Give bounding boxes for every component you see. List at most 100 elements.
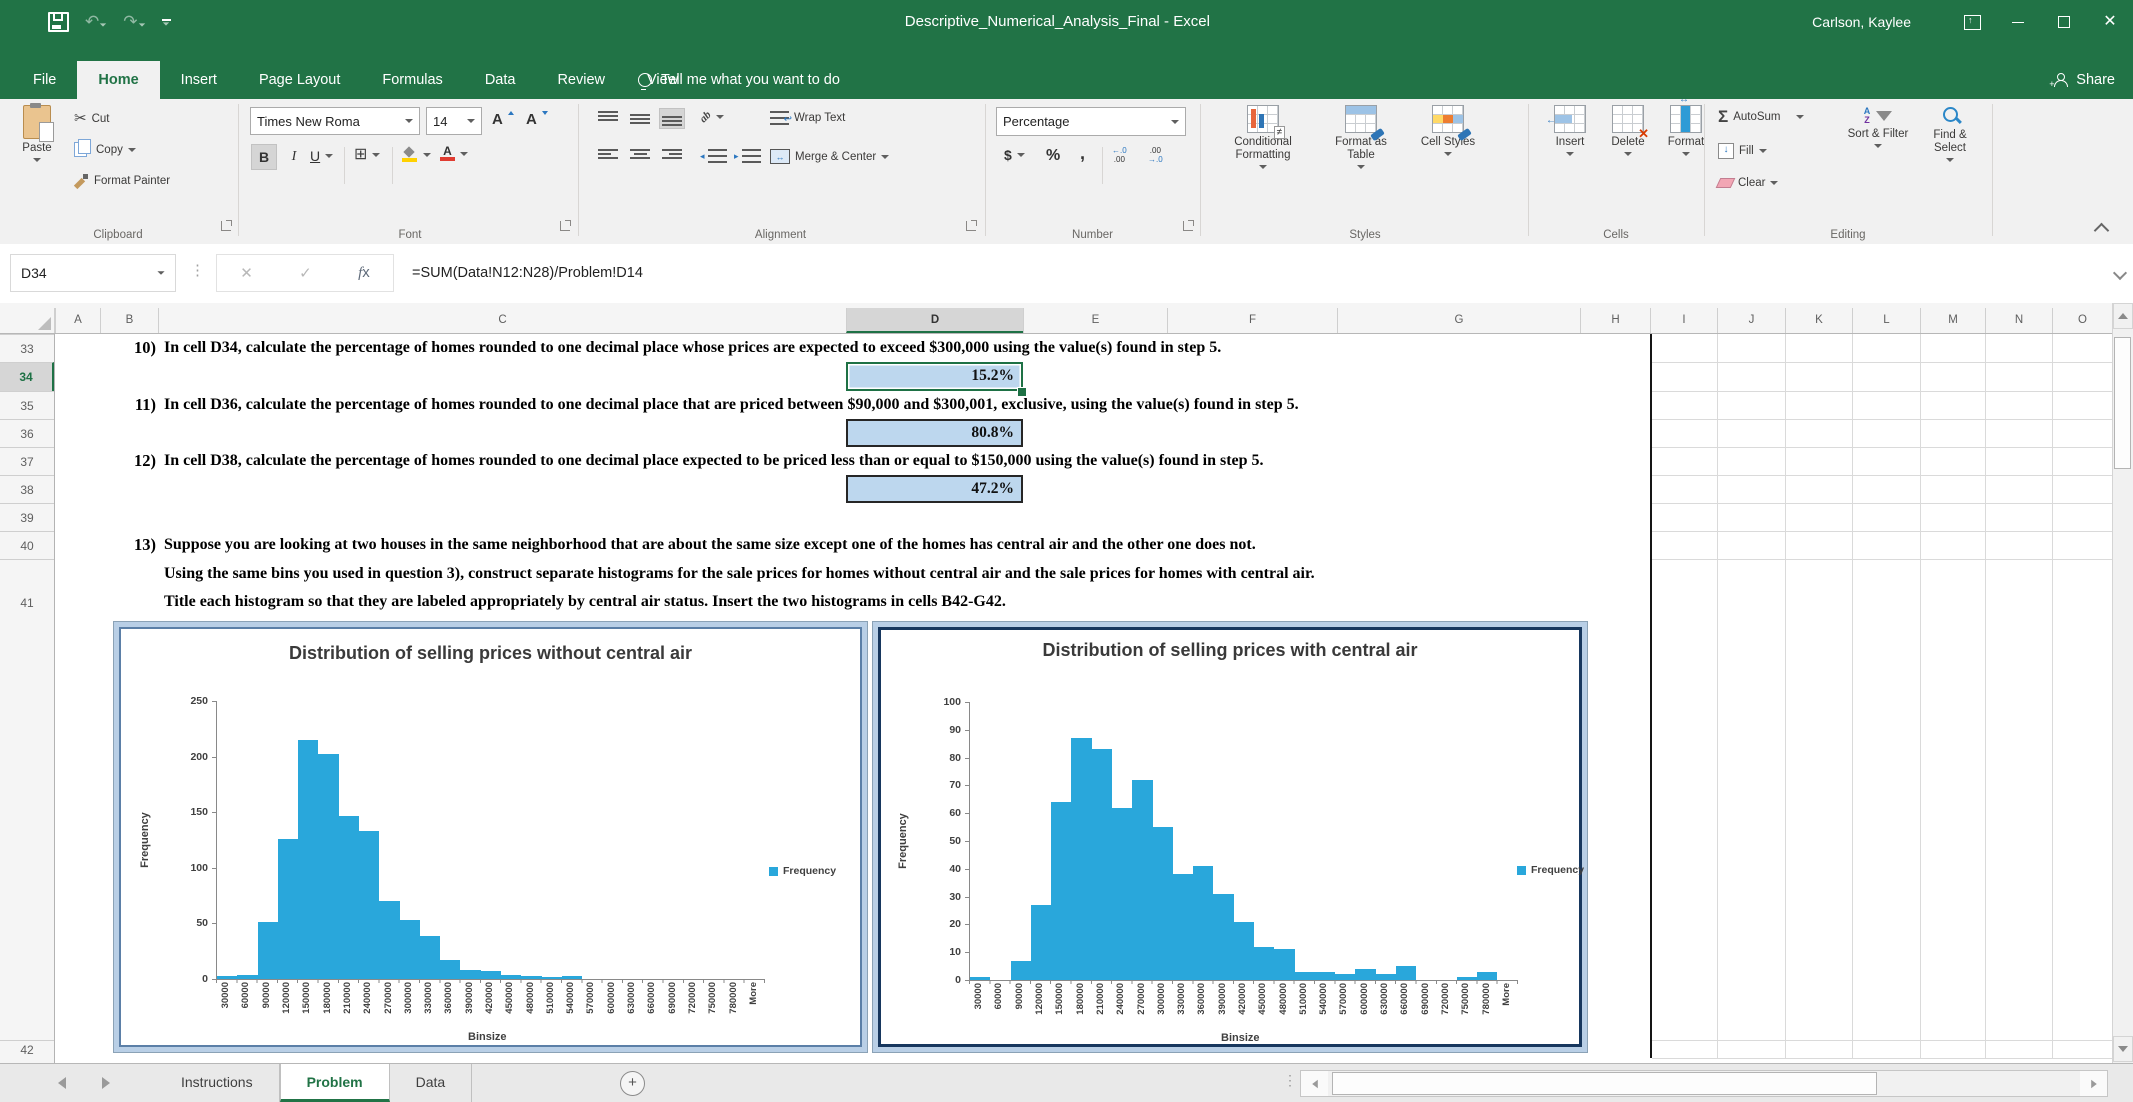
scroll-right-button[interactable] — [2080, 1071, 2107, 1096]
row-header-37[interactable]: 37 — [0, 447, 54, 475]
alignment-dialog-launcher[interactable] — [966, 221, 976, 231]
scroll-down-button[interactable] — [2113, 1036, 2133, 1062]
worksheet-grid[interactable]: 10) In cell D34, calculate the percentag… — [0, 334, 2133, 1063]
format-as-table-button[interactable]: Format as Table — [1320, 105, 1402, 169]
scroll-up-button[interactable] — [2113, 303, 2133, 329]
column-header-m[interactable]: M — [1920, 308, 1985, 333]
column-header-i[interactable]: I — [1650, 308, 1717, 333]
wrap-text-button[interactable]: ↩Wrap Text — [770, 111, 845, 125]
name-box[interactable]: D34 — [10, 254, 176, 292]
insert-cells-button[interactable]: Insert — [1544, 105, 1596, 156]
tell-me-box[interactable]: Tell me what you want to do — [638, 61, 840, 99]
clear-button[interactable]: Clear — [1718, 177, 1778, 189]
menu-tab-data[interactable]: Data — [464, 61, 537, 99]
redo-button[interactable]: ↷ — [123, 13, 145, 32]
chart-with-central-air[interactable]: Distribution of selling prices with cent… — [872, 621, 1588, 1053]
increase-indent-button[interactable]: ▸ — [734, 149, 761, 163]
column-header-k[interactable]: K — [1785, 308, 1852, 333]
column-header-c[interactable]: C — [158, 308, 846, 333]
decrease-indent-button[interactable]: ◂ — [700, 149, 727, 163]
column-header-f[interactable]: F — [1167, 308, 1337, 333]
scroll-left-button[interactable] — [1301, 1071, 1328, 1096]
row-header-36[interactable]: 36 — [0, 419, 54, 447]
cut-button[interactable]: ✂Cut — [74, 111, 109, 126]
cell-d34[interactable]: 15.2% — [846, 362, 1023, 391]
save-icon[interactable] — [48, 12, 69, 32]
row-header-33[interactable]: 33 — [0, 334, 54, 362]
menu-tab-insert[interactable]: Insert — [160, 61, 238, 99]
undo-button[interactable]: ↶ — [85, 13, 107, 32]
new-sheet-button[interactable]: + — [620, 1071, 645, 1096]
italic-button[interactable]: I — [282, 145, 306, 169]
cell-styles-button[interactable]: Cell Styles — [1410, 105, 1486, 156]
row-header-39[interactable]: 39 — [0, 503, 54, 531]
enter-formula-icon[interactable]: ✓ — [299, 264, 312, 282]
cell-d38[interactable]: 47.2% — [846, 475, 1023, 503]
formula-input[interactable]: =SUM(Data!N12:N28)/Problem!D14 — [412, 254, 643, 292]
sheet-tab-problem[interactable]: Problem — [280, 1064, 390, 1102]
grow-font-button[interactable]: A — [492, 111, 514, 128]
horizontal-scrollbar[interactable] — [1300, 1070, 2108, 1097]
horizontal-scroll-thumb[interactable] — [1332, 1072, 1877, 1095]
menu-tab-page-layout[interactable]: Page Layout — [238, 61, 361, 99]
next-sheet-icon[interactable] — [102, 1077, 110, 1089]
sheet-tab-data[interactable]: Data — [390, 1064, 473, 1102]
top-align-button[interactable] — [596, 109, 620, 128]
column-header-o[interactable]: O — [2052, 308, 2112, 333]
merge-center-button[interactable]: ↔Merge & Center — [770, 149, 889, 164]
align-left-button[interactable] — [596, 147, 620, 166]
collapse-ribbon-icon[interactable] — [2094, 223, 2110, 239]
paste-button[interactable]: Paste — [12, 105, 62, 162]
autosum-button[interactable]: ΣAutoSum — [1718, 109, 1804, 125]
sort-filter-button[interactable]: AZ Sort & Filter — [1846, 107, 1910, 148]
increase-decimal-button[interactable]: ←.0.00 — [1112, 146, 1127, 164]
fill-color-button[interactable] — [402, 147, 431, 162]
font-dialog-launcher[interactable] — [560, 221, 570, 231]
font-name-select[interactable]: Times New Roma — [250, 107, 420, 135]
row-header-41[interactable]: 41 — [0, 559, 54, 645]
vertical-scrollbar[interactable] — [2112, 303, 2133, 1063]
tab-bar-splitter[interactable]: ⋮ — [1283, 1072, 1297, 1089]
column-header-n[interactable]: N — [1985, 308, 2052, 333]
column-header-g[interactable]: G — [1337, 308, 1580, 333]
align-right-button[interactable] — [660, 147, 684, 166]
delete-cells-button[interactable]: Delete — [1602, 105, 1654, 156]
close-button[interactable]: ✕ — [2087, 0, 2133, 44]
menu-tab-home[interactable]: Home — [77, 61, 159, 99]
user-name[interactable]: Carlson, Kaylee — [1812, 14, 1911, 30]
select-all-corner[interactable] — [0, 308, 55, 333]
vertical-scroll-thumb[interactable] — [2114, 337, 2131, 469]
borders-button[interactable]: ⊞ — [354, 147, 380, 163]
restore-button[interactable] — [2041, 0, 2087, 44]
share-button[interactable]: + Share — [2052, 61, 2115, 99]
row-header-35[interactable]: 35 — [0, 391, 54, 419]
number-format-select[interactable]: Percentage — [996, 107, 1186, 136]
bold-button[interactable]: B — [252, 145, 276, 169]
expand-formula-bar-icon[interactable] — [2113, 266, 2127, 280]
cancel-formula-icon[interactable]: ✕ — [240, 264, 253, 282]
comma-style-button[interactable]: , — [1080, 143, 1085, 164]
menu-tab-review[interactable]: Review — [536, 61, 626, 99]
font-size-select[interactable]: 14 — [426, 107, 482, 135]
fill-button[interactable]: ↓Fill — [1718, 143, 1767, 159]
clipboard-dialog-launcher[interactable] — [221, 221, 231, 231]
minimize-button[interactable] — [1995, 0, 2041, 44]
shrink-font-button[interactable]: A — [526, 111, 548, 128]
column-header-e[interactable]: E — [1023, 308, 1167, 333]
ribbon-display-options-button[interactable] — [1949, 0, 1995, 44]
find-select-button[interactable]: Find & Select — [1918, 107, 1982, 162]
font-color-button[interactable]: A — [440, 146, 468, 161]
row-header-42[interactable]: 42 — [0, 1040, 54, 1058]
format-painter-button[interactable]: Format Painter — [74, 173, 170, 188]
cell-d36[interactable]: 80.8% — [846, 419, 1023, 447]
insert-function-icon[interactable]: fx — [358, 264, 370, 282]
column-header-h[interactable]: H — [1580, 308, 1650, 333]
underline-button[interactable]: U — [310, 148, 333, 164]
conditional-formatting-button[interactable]: Conditional Formatting — [1216, 105, 1310, 169]
column-header-j[interactable]: J — [1717, 308, 1785, 333]
percent-style-button[interactable]: % — [1046, 147, 1060, 165]
row-header-34[interactable]: 34 — [0, 362, 54, 391]
middle-align-button[interactable] — [628, 109, 652, 128]
column-header-l[interactable]: L — [1852, 308, 1920, 333]
copy-button[interactable]: Copy — [74, 142, 136, 157]
